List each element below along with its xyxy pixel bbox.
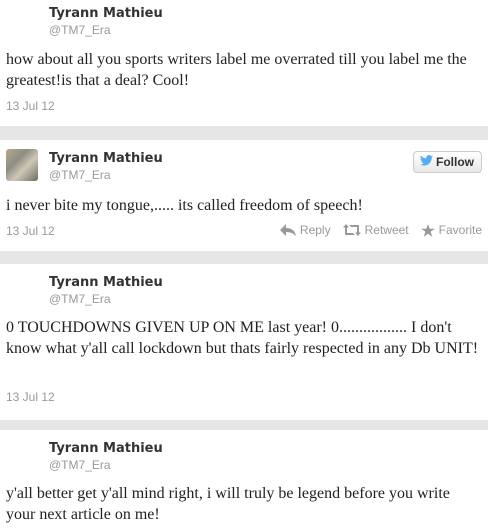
reply-icon bbox=[279, 224, 296, 236]
author-name[interactable]: Tyrann Mathieu bbox=[49, 441, 163, 457]
author-handle[interactable]: @TM7_Era bbox=[49, 457, 163, 473]
author-handle[interactable]: @TM7_Era bbox=[49, 22, 163, 38]
tweet-text: i never bite my tongue,..... its called … bbox=[6, 197, 363, 214]
tweet-text: y'all better get y'all mind right, i wil… bbox=[6, 485, 450, 523]
tweet-text: 0 TOUCHDOWNS GIVEN UP ON ME last year! 0… bbox=[6, 319, 479, 357]
retweet-label: Retweet bbox=[364, 223, 409, 237]
tweet-card: Tyrann Mathieu @TM7_Era how about all yo… bbox=[0, 0, 488, 126]
reply-label: Reply bbox=[299, 223, 331, 237]
author-name[interactable]: Tyrann Mathieu bbox=[49, 151, 163, 167]
follow-label: Follow bbox=[436, 155, 474, 169]
tweet-date[interactable]: 13 Jul 12 bbox=[6, 390, 55, 404]
tweet-text: how about all you sports writers label m… bbox=[6, 51, 467, 89]
author-handle[interactable]: @TM7_Era bbox=[49, 167, 163, 183]
follow-button[interactable]: Follow bbox=[413, 151, 482, 173]
favorite-label: Favorite bbox=[438, 223, 482, 237]
tweet-date[interactable]: 13 Jul 12 bbox=[6, 99, 55, 113]
author-name[interactable]: Tyrann Mathieu bbox=[49, 275, 163, 291]
twitter-bird-icon bbox=[420, 155, 433, 169]
tweet-author: Tyrann Mathieu @TM7_Era bbox=[49, 6, 163, 38]
tweet-date[interactable]: 13 Jul 12 bbox=[6, 224, 55, 238]
tweet-actions: Reply Retweet Favorite bbox=[279, 223, 482, 237]
avatar[interactable] bbox=[6, 149, 38, 181]
tweet-author: Tyrann Mathieu @TM7_Era bbox=[49, 275, 163, 307]
retweet-icon bbox=[342, 224, 361, 236]
tweet-card: Tyrann Mathieu @TM7_Era Follow i never b… bbox=[0, 140, 488, 251]
author-handle[interactable]: @TM7_Era bbox=[49, 291, 163, 307]
tweet-card: Tyrann Mathieu @TM7_Era 0 TOUCHDOWNS GIV… bbox=[0, 264, 488, 420]
star-icon bbox=[420, 223, 435, 237]
favorite-button[interactable]: Favorite bbox=[420, 223, 482, 237]
tweet-author: Tyrann Mathieu @TM7_Era bbox=[49, 151, 163, 183]
tweet-author: Tyrann Mathieu @TM7_Era bbox=[49, 441, 163, 473]
reply-button[interactable]: Reply bbox=[279, 223, 331, 237]
author-name[interactable]: Tyrann Mathieu bbox=[49, 6, 163, 22]
retweet-button[interactable]: Retweet bbox=[342, 223, 409, 237]
tweet-card: Tyrann Mathieu @TM7_Era y'all better get… bbox=[0, 430, 488, 529]
